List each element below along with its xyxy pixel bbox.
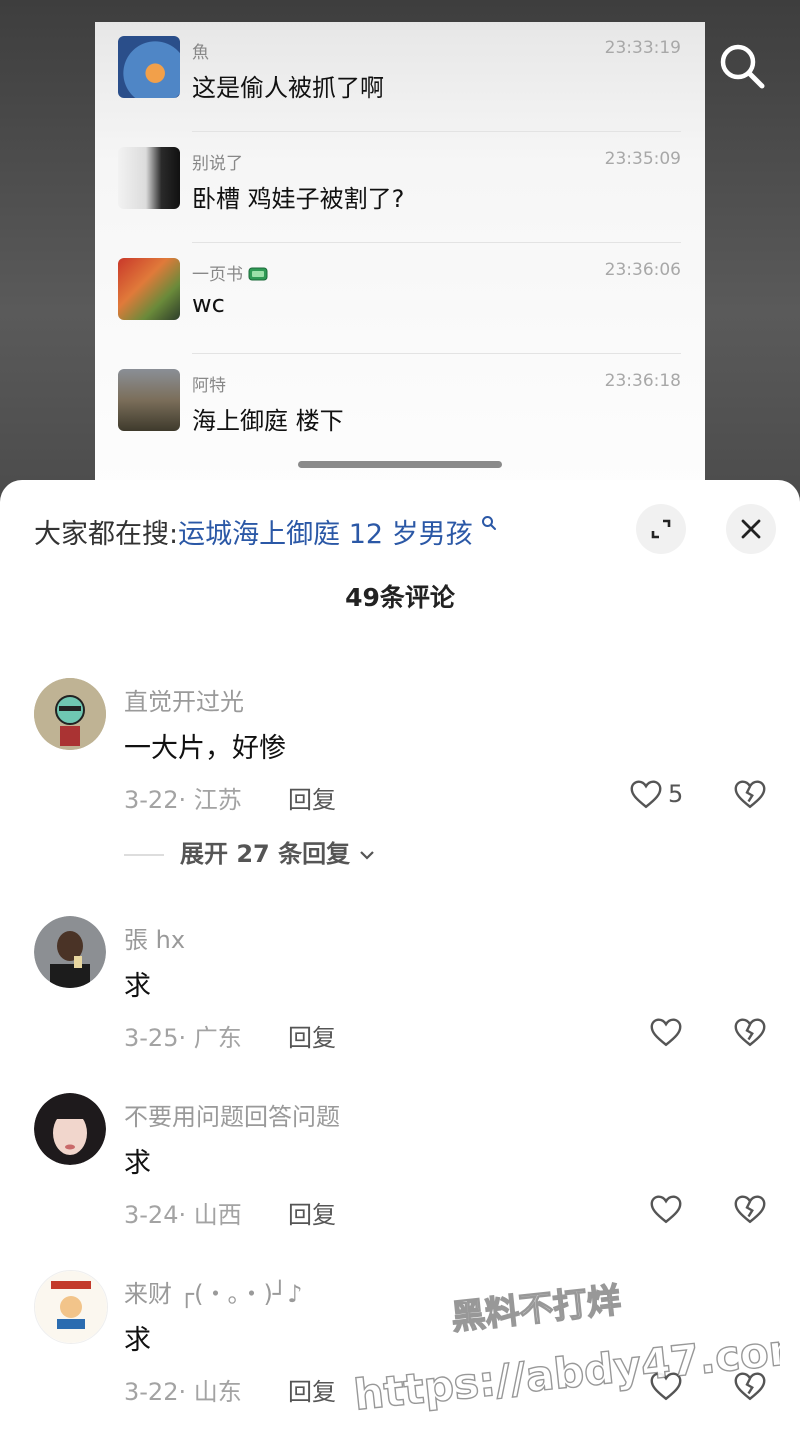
chat-row: 阿特 23:36:18 海上御庭 楼下 [95, 355, 705, 465]
close-button[interactable] [726, 504, 776, 554]
chat-username: 阿特 [192, 376, 226, 396]
comment-text: 求 [124, 971, 151, 1002]
reply-button[interactable]: 回复 [288, 780, 336, 815]
chevron-down-icon [360, 851, 375, 860]
avatar-image [34, 678, 106, 750]
comment-date-location: 3-22· 山东 [124, 1378, 242, 1406]
close-icon [741, 519, 761, 539]
chat-message: 海上御庭 楼下 [192, 407, 344, 435]
divider [192, 353, 681, 354]
avatar-image [35, 1271, 107, 1343]
comment-date-location: 3-25· 广东 [124, 1024, 242, 1052]
avatar [118, 369, 180, 431]
comment-text: 一大片，好惨 [124, 733, 286, 764]
dislike-button[interactable] [732, 776, 768, 812]
divider [124, 854, 164, 856]
chat-time: 23:33:19 [604, 38, 681, 58]
chat-time: 23:36:18 [604, 371, 681, 391]
heart-icon [650, 1018, 682, 1047]
chat-time: 23:36:06 [604, 260, 681, 280]
chat-message: 卧槽 鸡娃子被割了? [192, 185, 405, 213]
trending-prefix: 大家都在搜: [34, 519, 179, 550]
comment-username[interactable]: 直觉开过光 [124, 682, 244, 717]
dislike-button[interactable] [732, 1191, 768, 1227]
chat-row: 一页书 23:36:06 wc [95, 244, 705, 354]
chat-username: 魚 [192, 43, 209, 63]
chat-row: 别说了 23:35:09 卧槽 鸡娃子被割了? [95, 133, 705, 243]
divider [192, 242, 681, 243]
comment-text: 求 [124, 1325, 151, 1356]
broken-heart-icon [734, 1018, 766, 1047]
comment-username[interactable]: 来财 ┌(・。・)┘♪ [124, 1274, 303, 1309]
comment-date-location: 3-24· 山西 [124, 1201, 242, 1229]
chat-time: 23:35:09 [604, 149, 681, 169]
comment-text: 求 [124, 1148, 151, 1179]
watermark-url: https://abdy47.com [352, 1323, 780, 1420]
chat-message: 这是偷人被抓了啊 [192, 74, 384, 102]
divider [192, 131, 681, 132]
watermark-text: 黑料不打烊 [450, 1281, 623, 1339]
avatar-image [34, 1093, 106, 1165]
reply-button[interactable]: 回复 [288, 1018, 336, 1053]
trending-search[interactable]: 大家都在搜:运城海上御庭 12 岁男孩 [34, 512, 497, 551]
avatar[interactable] [34, 678, 106, 750]
expand-replies-button[interactable]: 展开 27 条回复 [124, 834, 376, 869]
comment-username[interactable]: 張 hx [124, 920, 185, 955]
dislike-button[interactable] [732, 1014, 768, 1050]
expand-replies-label: 展开 27 条回复 [180, 840, 351, 868]
chat-message: wc [192, 290, 225, 318]
like-button[interactable] [648, 1191, 708, 1227]
avatar[interactable] [34, 1093, 106, 1165]
badge-icon [248, 267, 268, 281]
chat-row: 魚 23:33:19 这是偷人被抓了啊 [95, 22, 705, 132]
video-chat-screenshot: 魚 23:33:19 这是偷人被抓了啊 别说了 23:35:09 卧槽 鸡娃子被… [95, 22, 705, 492]
like-count: 5 [668, 780, 684, 808]
home-indicator [298, 461, 502, 468]
avatar-image [34, 916, 106, 988]
avatar [118, 147, 180, 209]
search-icon [482, 516, 497, 530]
chat-username: 一页书 [192, 260, 268, 285]
reply-button[interactable]: 回复 [288, 1372, 336, 1407]
avatar [118, 36, 180, 98]
heart-icon [650, 1195, 682, 1224]
broken-heart-icon [734, 1195, 766, 1224]
avatar [118, 258, 180, 320]
comment-username[interactable]: 不要用问题回答问题 [124, 1097, 340, 1132]
chat-username: 别说了 [192, 154, 243, 174]
trending-query-link[interactable]: 运城海上御庭 12 岁男孩 [178, 519, 473, 550]
heart-icon [630, 780, 662, 809]
expand-button[interactable] [636, 504, 686, 554]
search-button[interactable] [714, 38, 770, 94]
watermark: 黑料不打烊 https://abdy47.com [351, 1280, 780, 1420]
expand-icon [651, 519, 671, 539]
reply-button[interactable]: 回复 [288, 1195, 336, 1230]
like-button[interactable] [648, 1014, 708, 1050]
comment-count: 49条评论 [345, 583, 455, 612]
broken-heart-icon [734, 780, 766, 809]
avatar[interactable] [34, 1270, 108, 1344]
search-icon [720, 44, 765, 89]
avatar[interactable] [34, 916, 106, 988]
comment-date-location: 3-22· 江苏 [124, 786, 242, 814]
